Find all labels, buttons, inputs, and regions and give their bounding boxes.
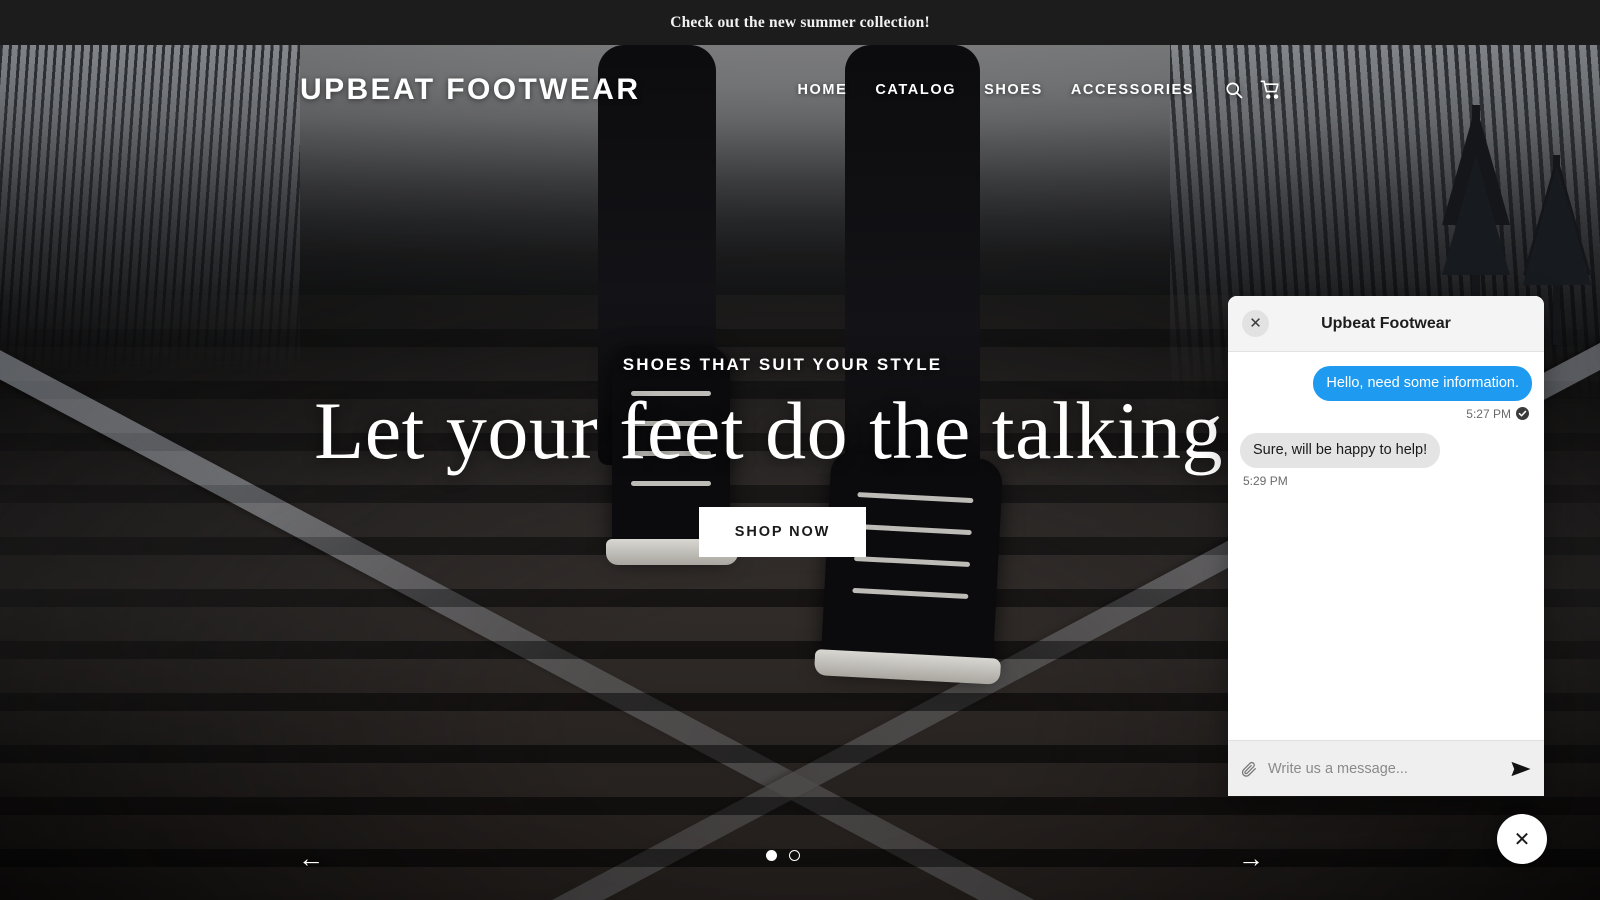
nav-item-catalog[interactable]: CATALOG <box>861 76 970 104</box>
send-icon[interactable] <box>1510 758 1532 780</box>
chat-message-meta: 5:27 PM <box>1240 407 1529 421</box>
chat-composer <box>1228 740 1544 796</box>
announcement-text: Check out the new summer collection! <box>670 13 930 31</box>
site-logo[interactable]: UPBEAT FOOTWEAR <box>300 73 640 107</box>
page-root: Check out the new summer collection! UPB… <box>0 0 1600 900</box>
nav-item-shoes[interactable]: SHOES <box>970 76 1057 104</box>
carousel-dot-2[interactable] <box>788 850 800 861</box>
carousel-dot-1[interactable] <box>765 850 777 861</box>
chat-bubble: Sure, will be happy to help! <box>1240 432 1441 468</box>
chat-message-meta: 5:29 PM <box>1243 474 1529 488</box>
cart-icon[interactable] <box>1260 79 1282 101</box>
site-header: UPBEAT FOOTWEAR HOME CATALOG SHOES ACCES… <box>0 45 1600 135</box>
chat-bubble: Hello, need some information. <box>1313 366 1532 401</box>
nav-item-home[interactable]: HOME <box>783 76 861 104</box>
chat-message-list: Hello, need some information. 5:27 PM Su… <box>1228 352 1544 740</box>
chat-close-button[interactable]: ✕ <box>1242 310 1269 337</box>
main-navigation: HOME CATALOG SHOES ACCESSORIES <box>783 76 1282 104</box>
chat-message-input[interactable] <box>1268 760 1500 777</box>
chat-message-incoming: Sure, will be happy to help! <box>1240 432 1532 468</box>
announcement-bar[interactable]: Check out the new summer collection! <box>0 0 1600 45</box>
chat-widget: ✕ Upbeat Footwear Hello, need some infor… <box>1228 296 1544 796</box>
paperclip-icon[interactable] <box>1240 760 1258 778</box>
chat-launcher-close-button[interactable]: ✕ <box>1497 814 1547 864</box>
check-circle-icon <box>1516 407 1529 421</box>
carousel-dots <box>0 850 1565 861</box>
chat-timestamp: 5:29 PM <box>1243 473 1288 488</box>
chat-message-outgoing: Hello, need some information. <box>1240 366 1532 401</box>
chat-timestamp: 5:27 PM <box>1466 406 1511 421</box>
search-icon[interactable] <box>1224 80 1244 100</box>
shop-now-button[interactable]: SHOP NOW <box>698 506 867 557</box>
chat-title: Upbeat Footwear <box>1321 314 1451 332</box>
nav-item-accessories[interactable]: ACCESSORIES <box>1057 76 1208 104</box>
chat-header: ✕ Upbeat Footwear <box>1228 296 1544 352</box>
